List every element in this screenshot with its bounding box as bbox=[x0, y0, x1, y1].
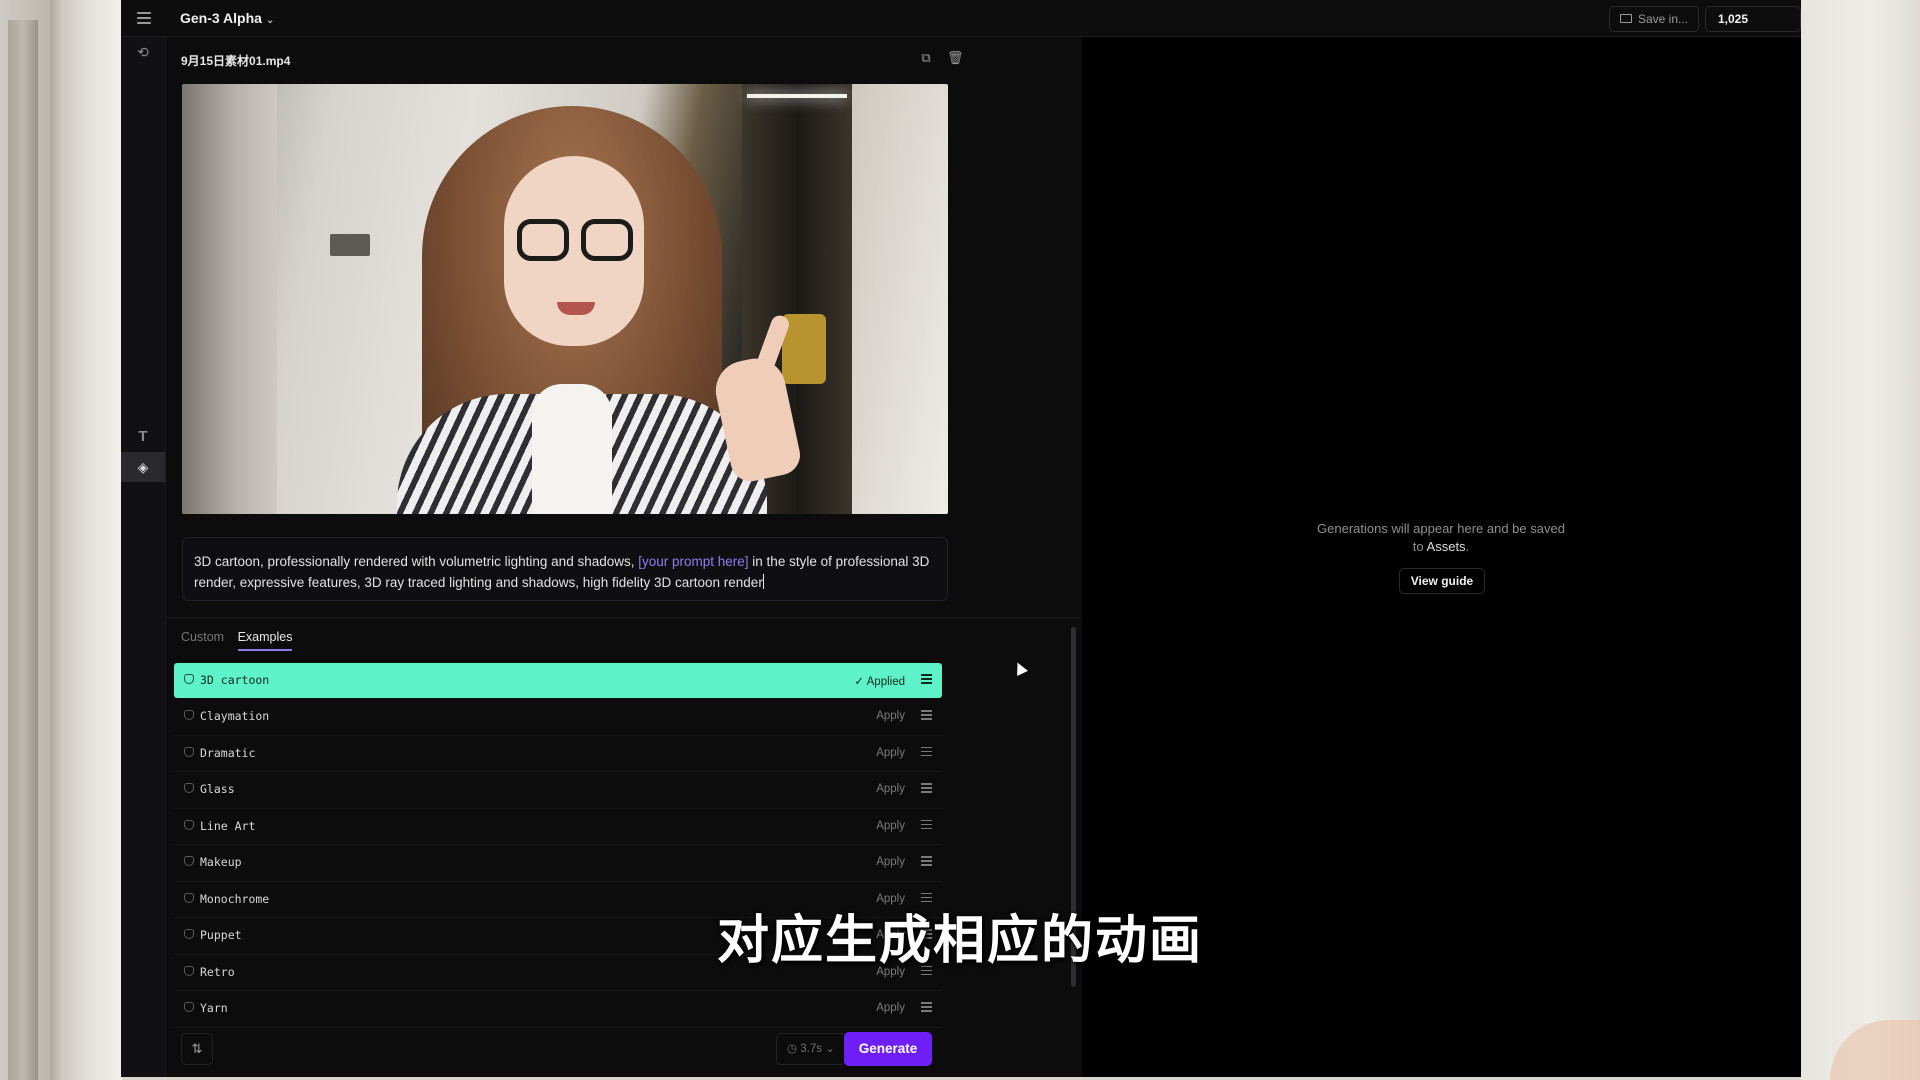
file-header: 9月15日素材01.mp4 ⧉ 🗑 bbox=[166, 37, 1082, 81]
apply-button[interactable]: Apply bbox=[876, 710, 905, 722]
folder-icon bbox=[1620, 14, 1632, 23]
style-item-dramatic[interactable]: Dramatic Apply bbox=[174, 736, 942, 772]
generation-controls: ⇅ ◷ 3.7s ⌄ Generate bbox=[166, 1025, 1082, 1077]
video-subtitle: 对应生成相应的动画 bbox=[716, 912, 1203, 970]
sliders-icon[interactable]: ⇅ bbox=[181, 1033, 213, 1065]
model-label: Gen-3 Alpha bbox=[180, 10, 262, 26]
apply-button[interactable]: Apply bbox=[876, 783, 905, 795]
style-name: Makeup bbox=[200, 855, 242, 869]
file-name: 9月15日素材01.mp4 bbox=[181, 54, 291, 68]
style-icon bbox=[184, 710, 194, 720]
empty-state-end: . bbox=[1465, 539, 1470, 554]
style-icon bbox=[184, 674, 194, 684]
style-icon bbox=[184, 965, 194, 976]
history-icon[interactable]: ⟲ bbox=[121, 37, 165, 67]
view-guide-button[interactable]: View guide bbox=[1399, 568, 1485, 594]
save-in-label: Save in... bbox=[1638, 12, 1689, 26]
menu-lines-icon[interactable] bbox=[921, 746, 932, 757]
generate-button[interactable]: Generate bbox=[844, 1032, 932, 1066]
style-name: Retro bbox=[200, 964, 235, 979]
style-icon bbox=[184, 746, 194, 757]
style-name: Monochrome bbox=[200, 891, 270, 906]
style-item-makeup[interactable]: Makeup Apply bbox=[174, 845, 942, 882]
style-icon bbox=[184, 819, 194, 830]
duration-label: 3.7s bbox=[800, 1043, 822, 1055]
video-preview[interactable] bbox=[182, 84, 948, 514]
clock-icon: ◷ bbox=[787, 1043, 798, 1055]
style-icon bbox=[184, 929, 194, 939]
apply-button[interactable]: Apply bbox=[876, 1002, 905, 1014]
tab-custom[interactable]: Custom bbox=[181, 630, 224, 649]
style-name: Dramatic bbox=[200, 745, 256, 760]
style-icon bbox=[184, 892, 194, 903]
apply-button[interactable]: Apply bbox=[876, 747, 905, 759]
menu-lines-icon[interactable] bbox=[921, 710, 932, 720]
style-name: Puppet bbox=[200, 928, 242, 942]
style-item-line-art[interactable]: Line Art Apply bbox=[174, 809, 942, 845]
style-item-claymation[interactable]: Claymation Apply bbox=[174, 699, 942, 736]
menu-lines-icon[interactable] bbox=[921, 1002, 932, 1012]
menu-lines-icon[interactable] bbox=[921, 783, 932, 793]
trash-icon[interactable]: 🗑 bbox=[947, 50, 964, 66]
style-name: Glass bbox=[200, 782, 235, 796]
style-item-3d-cartoon[interactable]: 3D cartoon ✓ Applied bbox=[174, 663, 942, 698]
chevron-down-icon: ⌄ bbox=[825, 1043, 835, 1055]
model-selector[interactable]: Gen-3 Alpha ⌄ bbox=[180, 10, 274, 26]
duration-select[interactable]: ◷ 3.7s ⌄ bbox=[776, 1033, 846, 1065]
apply-button[interactable]: Apply bbox=[876, 820, 905, 832]
text-icon[interactable]: T bbox=[121, 421, 165, 451]
chevron-down-icon: ⌄ bbox=[265, 15, 275, 26]
style-name: 3D cartoon bbox=[200, 673, 270, 687]
style-name: Line Art bbox=[200, 818, 256, 833]
applied-label: ✓ Applied bbox=[854, 676, 905, 688]
menu-lines-icon[interactable] bbox=[921, 819, 932, 830]
style-item-glass[interactable]: Glass Apply bbox=[174, 772, 942, 809]
tab-examples[interactable]: Examples bbox=[237, 630, 293, 651]
text-caret bbox=[762, 574, 764, 589]
empty-state-message: Generations will appear here and be save… bbox=[1311, 520, 1571, 556]
hamburger-icon[interactable] bbox=[137, 12, 151, 24]
style-name: Claymation bbox=[200, 709, 270, 723]
prompt-textarea[interactable]: 3D cartoon, professionally rendered with… bbox=[182, 537, 948, 601]
prompt-text-start: 3D cartoon, professionally rendered with… bbox=[194, 554, 639, 569]
style-icon bbox=[184, 783, 194, 793]
style-icon bbox=[184, 856, 194, 866]
style-icon bbox=[184, 1002, 194, 1012]
menu-lines-icon[interactable] bbox=[921, 674, 932, 684]
background-room-left bbox=[0, 0, 122, 1080]
divider bbox=[166, 617, 1082, 618]
left-tool-rail: ⟲ T ◈ bbox=[121, 37, 166, 1077]
save-in-button[interactable]: Save in... bbox=[1609, 6, 1700, 32]
style-item-yarn[interactable]: Yarn Apply bbox=[174, 991, 942, 1028]
crop-icon[interactable]: ⧉ bbox=[918, 50, 934, 66]
style-name: Yarn bbox=[200, 1001, 228, 1015]
top-bar: Gen-3 Alpha⌄ Save in... 1,025 credits bbox=[121, 0, 1801, 50]
style-tabs: Custom Examples bbox=[181, 630, 302, 654]
apply-button[interactable]: Apply bbox=[876, 856, 905, 868]
background-room-right bbox=[1801, 0, 1920, 1080]
credits-badge[interactable]: 1,025 credits bbox=[1705, 6, 1801, 50]
layers-icon[interactable]: ◈ bbox=[121, 452, 165, 482]
menu-lines-icon[interactable] bbox=[921, 856, 932, 866]
prompt-placeholder-token: [your prompt here] bbox=[638, 554, 749, 569]
assets-link[interactable]: Assets bbox=[1427, 539, 1466, 554]
